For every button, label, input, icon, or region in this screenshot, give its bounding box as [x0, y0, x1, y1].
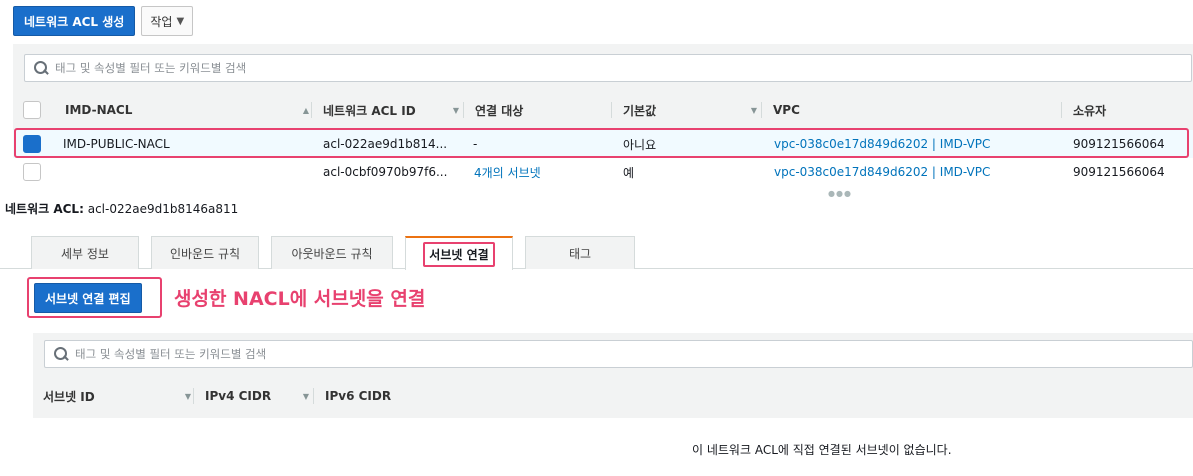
- select-all-checkbox[interactable]: [23, 101, 41, 119]
- sort-icon: ▼: [452, 105, 459, 115]
- selected-acl-label: 네트워크 ACL: acl-022ae9d1b8146a811: [5, 200, 238, 217]
- tab-details[interactable]: 세부 정보: [31, 236, 139, 269]
- row-acl-id: acl-0cbf0970b97f6...: [323, 165, 448, 179]
- sort-icon: ▼: [302, 391, 309, 401]
- sort-icon: ▼: [184, 391, 191, 401]
- edit-subnet-associations-button[interactable]: 서브넷 연결 편집: [34, 283, 142, 313]
- column-header-subnet-id[interactable]: 서브넷 ID ▼: [43, 380, 194, 412]
- table-row[interactable]: acl-0cbf0970b97f6... 4개의 서브넷 예 vpc-038c0…: [13, 158, 1193, 186]
- acl-label-prefix: 네트워크 ACL:: [5, 202, 84, 216]
- column-label: 기본값: [623, 103, 657, 118]
- table-header: IMD-NACL ▲ 네트워크 ACL ID ▼ 연결 대상 기본값 ▼ VPC…: [13, 94, 1193, 126]
- tab-outbound-rules[interactable]: 아웃바운드 규칙: [271, 236, 393, 269]
- column-label: IPv6 CIDR: [325, 389, 392, 403]
- column-header-ipv4-cidr[interactable]: IPv4 CIDR ▼: [193, 380, 314, 412]
- search-input[interactable]: 태그 및 속성별 필터 또는 키워드별 검색: [24, 54, 1192, 82]
- row-associated-link[interactable]: 4개의 서브넷: [474, 158, 541, 186]
- resize-handle-icon[interactable]: ●●●: [828, 189, 852, 198]
- row-owner: 909121566064: [1073, 165, 1165, 179]
- actions-label: 작업: [150, 14, 173, 29]
- column-header-name[interactable]: IMD-NACL ▲: [53, 94, 312, 126]
- toolbar: 네트워크 ACL 생성 작업 ▼: [13, 6, 194, 38]
- column-header-default[interactable]: 기본값 ▼: [611, 94, 762, 126]
- column-label: 소유자: [1073, 103, 1107, 118]
- empty-state-message: 이 네트워크 ACL에 직접 연결된 서브넷이 없습니다.: [692, 443, 952, 457]
- sort-icon: ▼: [750, 105, 757, 115]
- tab-inbound-rules[interactable]: 인바운드 규칙: [151, 236, 259, 269]
- sort-asc-icon: ▲: [302, 105, 309, 115]
- column-label: VPC: [773, 103, 800, 117]
- actions-dropdown-button[interactable]: 작업 ▼: [141, 6, 194, 36]
- create-network-acl-button[interactable]: 네트워크 ACL 생성: [13, 6, 136, 36]
- chevron-down-icon: ▼: [176, 15, 185, 27]
- column-header-owner[interactable]: 소유자: [1061, 94, 1193, 126]
- acl-label-id: acl-022ae9d1b8146a811: [87, 202, 239, 216]
- column-header-vpc[interactable]: VPC: [761, 94, 1062, 126]
- search-icon: [33, 60, 49, 76]
- tab-label-highlighted: 서브넷 연결: [423, 241, 495, 267]
- selected-row-highlight: [14, 128, 1189, 158]
- column-label: 연결 대상: [475, 103, 524, 118]
- search-placeholder: 태그 및 속성별 필터 또는 키워드별 검색: [75, 347, 267, 361]
- annotation-text: 생성한 NACL에 서브넷을 연결: [174, 288, 426, 310]
- subnet-table-header: 서브넷 ID ▼ IPv4 CIDR ▼ IPv6 CIDR: [33, 380, 1193, 412]
- row-checkbox[interactable]: [23, 163, 41, 181]
- detail-tabs: 세부 정보 인바운드 규칙 아웃바운드 규칙 서브넷 연결 태그: [0, 236, 1193, 270]
- tab-subnet-associations[interactable]: 서브넷 연결: [405, 236, 513, 270]
- row-vpc-link[interactable]: vpc-038c0e17d849d6202 | IMD-VPC: [774, 158, 990, 186]
- column-label: 네트워크 ACL ID: [323, 103, 416, 118]
- column-header-associated[interactable]: 연결 대상: [463, 94, 612, 126]
- row-default: 예: [623, 165, 635, 180]
- column-header-acl-id[interactable]: 네트워크 ACL ID ▼: [311, 94, 464, 126]
- search-icon: [53, 346, 69, 362]
- column-label: IPv4 CIDR: [205, 389, 272, 403]
- column-label: 서브넷 ID: [43, 389, 95, 404]
- select-all-cell: [23, 94, 53, 126]
- tab-tags[interactable]: 태그: [525, 236, 635, 269]
- search-placeholder: 태그 및 속성별 필터 또는 키워드별 검색: [55, 61, 247, 75]
- column-header-ipv6-cidr[interactable]: IPv6 CIDR: [313, 380, 463, 412]
- column-label: IMD-NACL: [65, 103, 133, 117]
- subnet-search-input[interactable]: 태그 및 속성별 필터 또는 키워드별 검색: [44, 340, 1193, 368]
